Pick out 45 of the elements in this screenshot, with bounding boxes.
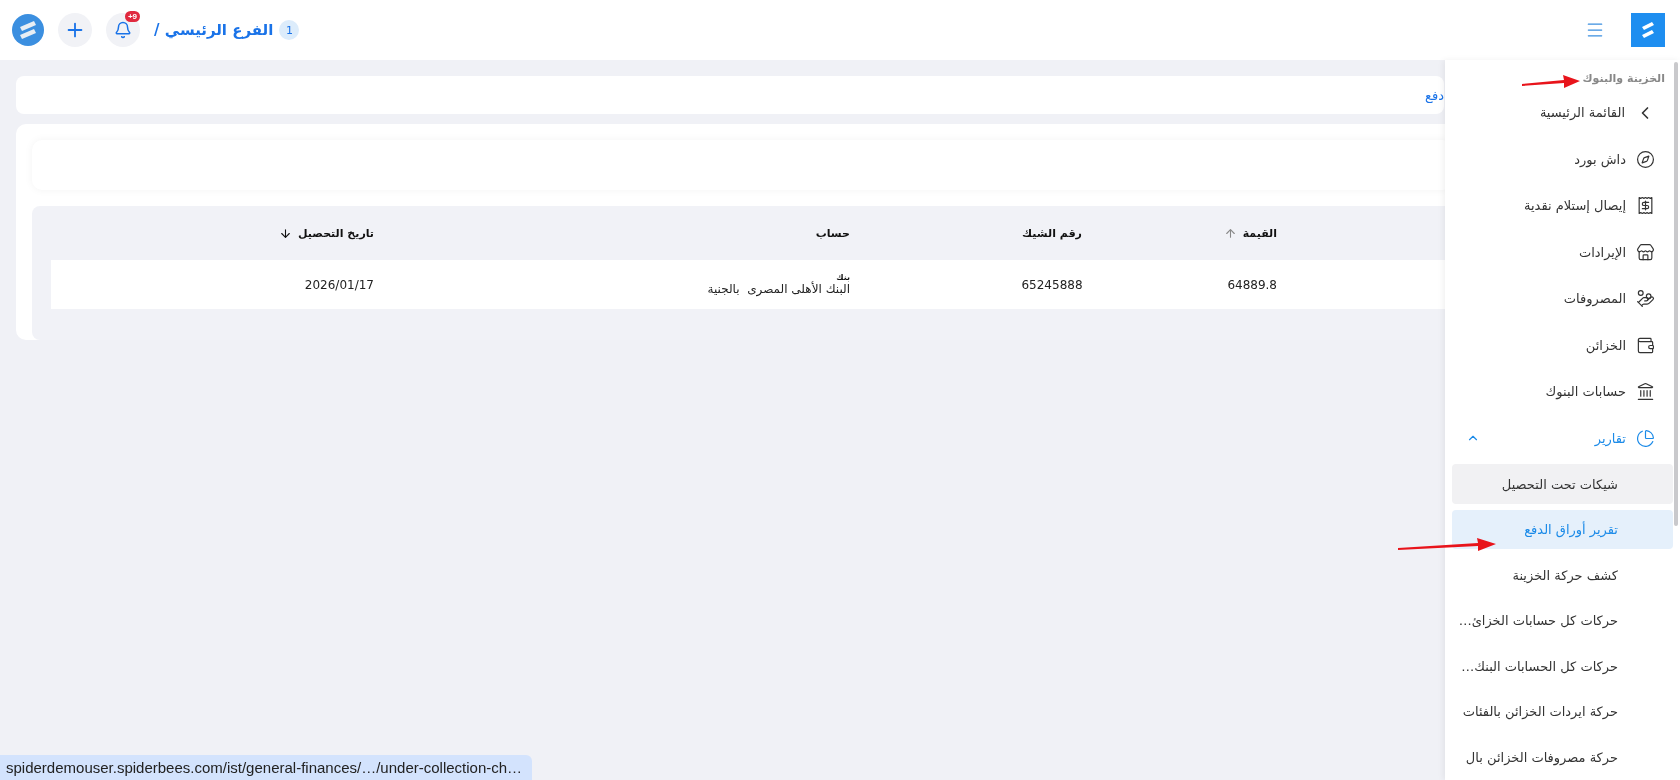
sort-up-icon[interactable] [1223,226,1237,240]
menu-item-icon [1636,335,1655,355]
sidebar-item[interactable]: حسابات البنوك [1452,368,1673,415]
sidebar-item[interactable]: إيصال إستلام نقدية [1452,182,1673,230]
sidebar-item[interactable]: تقارير [1452,414,1673,462]
menu-item-icon [1636,196,1655,216]
scrollbar[interactable] [1674,62,1678,526]
sidebar-item[interactable]: داش بورد [1452,136,1673,183]
menu-item-icon [1636,428,1655,448]
page-title[interactable]: دفع [1425,87,1444,103]
notification-count: +9 [124,11,140,22]
branch-name[interactable]: الفرع الرئيسي / [154,21,274,39]
sidebar-item[interactable]: الخزائن [1452,322,1673,369]
logo-icon[interactable] [1631,13,1665,47]
submenu-item[interactable]: حركة ايردات الخزائن بالفئات [1452,692,1673,732]
submenu-item[interactable]: شيكات تحت التحصيل [1452,464,1673,504]
annotation-arrow [1522,74,1580,90]
notifications-button[interactable]: +9 [106,13,140,47]
sidebar-item[interactable]: المصروفات [1452,275,1673,322]
status-url: spiderdemouser.spiderbees.com/ist/general-finances/…/under-collection-ch… [0,755,533,780]
column-header[interactable]: تاريخ التحصيل [279,226,374,240]
menu-item-icon [1636,289,1655,309]
column-header[interactable]: رقم الشيك [1022,226,1082,240]
submenu-item[interactable]: كشف حركة الخزينة [1452,555,1673,595]
sidebar-item[interactable]: القائمة الرئيسية [1452,89,1673,137]
branch-number: 1 [279,20,300,40]
account-type: بنك [836,273,850,282]
table-cell: 65245888 [1021,277,1083,292]
bell-icon [114,21,132,39]
sidebar-item[interactable]: الإيرادات [1452,229,1673,276]
add-button[interactable] [58,13,92,47]
menu-item-icon [1636,242,1655,262]
logo-icon[interactable] [12,14,44,46]
submenu-item[interactable]: حركة مصروفات الخزائن بال [1452,737,1673,778]
submenu-item[interactable]: حركات كل حسابات الخزائ… [1452,600,1673,641]
column-header[interactable]: القيمة [1223,226,1277,240]
sort-down-icon[interactable] [279,226,293,240]
table-cell: 2026/01/17 [304,277,374,292]
menu-item-icon [1636,149,1655,169]
column-header[interactable]: حساب [815,226,850,240]
submenu-item[interactable]: حركات كل الحسابات البنك… [1452,646,1673,686]
section-label: الخزينة والبنوك [1582,71,1665,88]
menu-item-icon [1636,382,1655,402]
table-cell: 64889.8 [1227,277,1277,292]
table-cell: البنك الأهلى المصرى بالجنية [707,282,850,296]
